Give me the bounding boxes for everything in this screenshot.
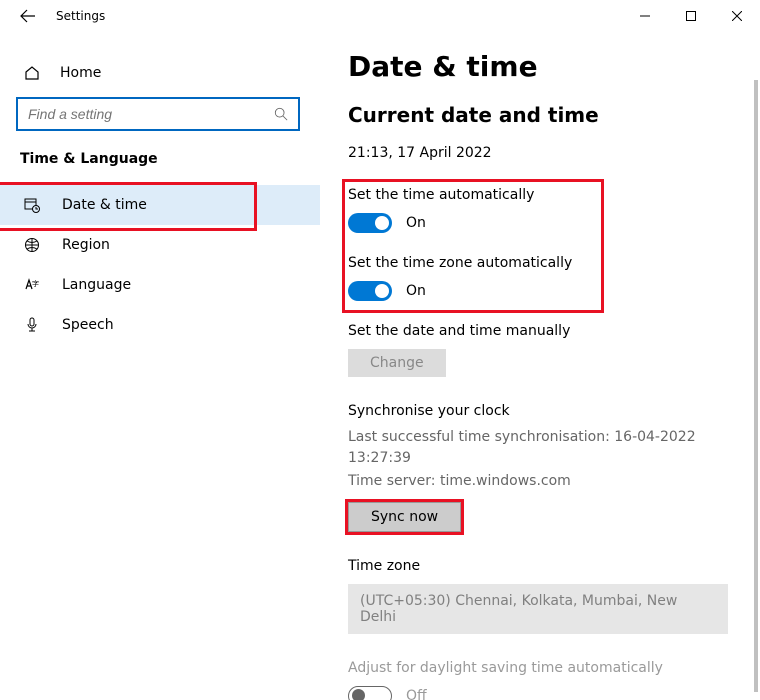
timezone-select[interactable]: (UTC+05:30) Chennai, Kolkata, Mumbai, Ne… <box>348 584 728 634</box>
sidebar-item-label: Language <box>62 277 131 293</box>
microphone-icon <box>22 317 42 333</box>
sidebar: Home Time & Language Date & time Region … <box>0 0 320 700</box>
tz-heading: Time zone <box>348 558 728 574</box>
auto-time-toggle[interactable] <box>348 213 392 233</box>
sidebar-item-label: Date & time <box>62 197 147 213</box>
sidebar-item-date-time[interactable]: Date & time <box>0 185 320 225</box>
sync-now-button[interactable]: Sync now <box>348 502 461 532</box>
search-box[interactable] <box>16 97 300 131</box>
home-icon <box>22 65 42 81</box>
auto-tz-toggle[interactable] <box>348 281 392 301</box>
sidebar-home[interactable]: Home <box>16 55 300 91</box>
sidebar-item-label: Speech <box>62 317 114 333</box>
svg-text:字: 字 <box>32 279 39 288</box>
section-current-datetime: Current date and time <box>348 103 728 127</box>
sidebar-item-label: Region <box>62 237 110 253</box>
scrollbar[interactable] <box>754 80 758 692</box>
manual-time-label: Set the date and time manually <box>348 323 728 339</box>
language-icon: 字 <box>22 277 42 293</box>
window-title: Settings <box>56 9 105 23</box>
search-input[interactable] <box>28 106 274 122</box>
sidebar-item-language[interactable]: 字 Language <box>0 265 320 305</box>
page-heading: Date & time <box>348 50 728 83</box>
last-sync-text: Last successful time synchronisation: 16… <box>348 427 728 469</box>
calendar-clock-icon <box>22 197 42 213</box>
sidebar-section-title: Time & Language <box>20 151 300 167</box>
back-button[interactable] <box>18 6 38 26</box>
change-button[interactable]: Change <box>348 349 446 377</box>
globe-icon <box>22 237 42 253</box>
arrow-left-icon <box>20 8 36 24</box>
dst-state: Off <box>406 688 427 700</box>
auto-time-label: Set the time automatically <box>348 187 728 203</box>
dst-label: Adjust for daylight saving time automati… <box>348 660 728 676</box>
sidebar-item-speech[interactable]: Speech <box>0 305 320 345</box>
auto-tz-label: Set the time zone automatically <box>348 255 728 271</box>
sidebar-item-region[interactable]: Region <box>0 225 320 265</box>
auto-time-state: On <box>406 215 426 231</box>
sidebar-home-label: Home <box>60 65 101 81</box>
time-server-text: Time server: time.windows.com <box>348 471 728 492</box>
sync-heading: Synchronise your clock <box>348 403 728 419</box>
auto-tz-state: On <box>406 283 426 299</box>
dst-toggle <box>348 686 392 700</box>
content-pane: Date & time Current date and time 21:13,… <box>320 0 760 700</box>
search-icon <box>274 107 288 121</box>
current-datetime-value: 21:13, 17 April 2022 <box>348 145 728 161</box>
